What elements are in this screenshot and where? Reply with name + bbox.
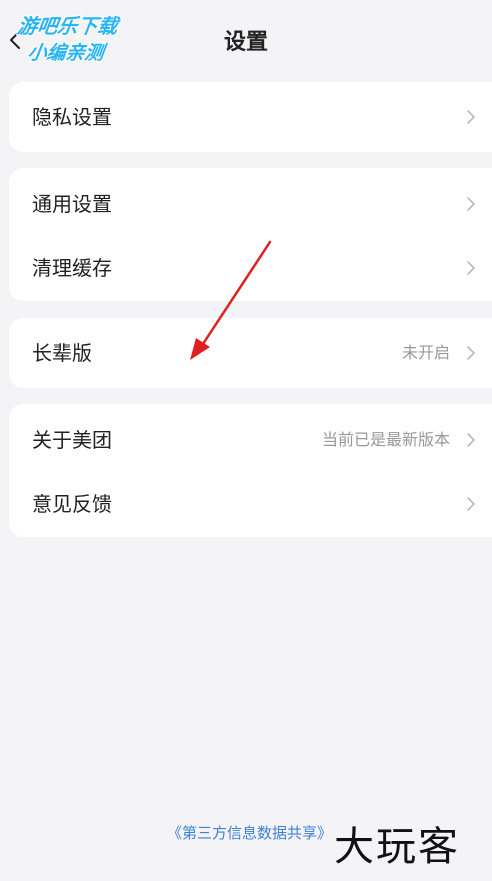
nav-bar: 设置 游吧乐下载 小编亲测: [0, 0, 492, 80]
settings-row-privacy[interactable]: 隐私设置: [9, 85, 492, 149]
row-label: 清理缓存: [32, 256, 112, 280]
row-value: 当前已是最新版本: [321, 430, 450, 449]
row-value: 未开启: [401, 343, 450, 362]
watermark-logo: 游吧乐下载 小编亲测: [10, 8, 144, 66]
settings-group-about: 关于美团 当前已是最新版本 意见反馈: [9, 404, 492, 537]
settings-group-privacy: 隐私设置: [9, 82, 492, 152]
settings-row-general[interactable]: 通用设置: [9, 172, 492, 236]
watermark-line1: 游吧乐下载: [15, 14, 120, 38]
row-label: 长辈版: [32, 341, 92, 365]
settings-group-general: 通用设置 清理缓存: [9, 168, 492, 301]
row-label: 隐私设置: [32, 105, 112, 129]
chevron-right-icon: [466, 345, 476, 361]
chevron-right-icon: [466, 496, 476, 512]
settings-page: 设置 游吧乐下载 小编亲测 隐私设置 通用设置 清理缓存 长辈版 未开启 关于美…: [0, 0, 492, 881]
settings-row-clear-cache[interactable]: 清理缓存: [9, 236, 492, 300]
settings-group-elder: 长辈版 未开启: [9, 318, 492, 388]
chevron-right-icon: [466, 432, 476, 448]
brand-watermark: 大玩客: [334, 824, 460, 870]
row-label: 通用设置: [32, 192, 112, 216]
row-label: 关于美团: [32, 428, 112, 452]
chevron-right-icon: [466, 109, 476, 125]
chevron-right-icon: [466, 196, 476, 212]
third-party-data-link[interactable]: 《第三方信息数据共享》: [167, 822, 332, 843]
watermark-line2: 小编亲测: [26, 42, 106, 64]
settings-row-about[interactable]: 关于美团 当前已是最新版本: [9, 408, 492, 472]
settings-row-feedback[interactable]: 意见反馈: [9, 472, 492, 536]
chevron-right-icon: [466, 260, 476, 276]
row-label: 意见反馈: [32, 492, 112, 516]
settings-row-elder-mode[interactable]: 长辈版 未开启: [9, 321, 492, 385]
